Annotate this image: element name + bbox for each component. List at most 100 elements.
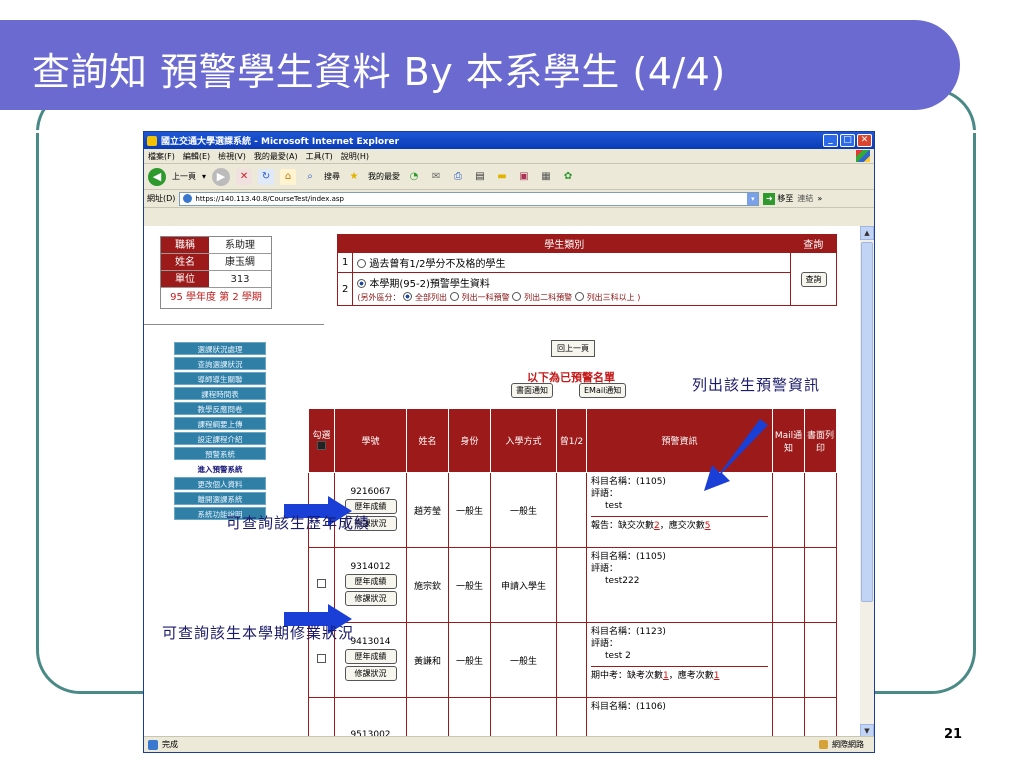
mail-icon[interactable]: ✉ [428,169,444,185]
nav-item[interactable]: 教學反應問卷 [174,402,266,415]
back-label[interactable]: 上一頁 [172,171,196,182]
table-row: 9314012 歷年成績 修課狀況 施宗欽 一般生 申請入學生 科目名稱：(11… [308,547,837,623]
page-icon [183,194,193,203]
query-header: 查詢 [790,234,837,253]
scroll-thumb[interactable] [861,242,873,602]
user-info-row: 姓名 康玉綢 [161,254,271,271]
nav-item[interactable]: 離開選課系統 [174,492,266,505]
annotation-grades: 可查詢該生歷年成績 [226,514,371,532]
nav-item[interactable]: 課程綱要上傳 [174,417,266,430]
student-admission: 一般生 [490,472,557,548]
radio-option-1[interactable] [357,259,367,268]
vertical-scrollbar[interactable]: ▲ ▼ [860,226,874,738]
student-half-cell [556,622,587,698]
maximize-button[interactable]: □ [840,134,855,147]
student-status: 一般生 [448,547,491,623]
nav-item[interactable]: 導師導生關聯 [174,372,266,385]
zone-text: 網際網路 [832,740,864,749]
nav-item[interactable]: 選課狀況處理 [174,342,266,355]
folder-icon[interactable]: ▬ [494,169,510,185]
address-field[interactable]: https://140.113.40.8/CourseTest/index.as… [179,191,760,206]
nav-item[interactable]: 課程時間表 [174,387,266,400]
row-checkbox[interactable] [317,654,326,663]
user-info-row: 職稱 系助理 [161,237,271,254]
go-button[interactable]: ➜ 移至 [763,192,794,205]
grades-button[interactable]: 歷年成績 [344,574,397,589]
menu-edit[interactable]: 編輯(E) [183,151,210,162]
menu-view[interactable]: 檢視(V) [218,151,246,162]
minimize-button[interactable]: _ [823,134,838,147]
back-arrow-icon[interactable]: ◀ [148,167,166,186]
student-name [406,697,449,738]
edit-icon[interactable]: ▤ [472,169,488,185]
favorites-star-icon[interactable]: ★ [346,169,362,185]
radio-sub-one[interactable] [449,292,459,301]
search-label[interactable]: 搜尋 [324,171,340,182]
mail-cell [772,697,805,738]
comment-text: test 2 [605,651,631,661]
option-2[interactable]: 本學期(95-2)預警學生資料 (另外區分： 全部列出 列出一科預警 列出二科預… [352,272,791,306]
report-line: 報告：缺交次數2，應交次數5 [591,516,768,532]
nav-item[interactable]: 設定課程介紹 [174,432,266,445]
home-icon[interactable]: ⌂ [280,168,297,185]
row-checkbox[interactable] [317,579,326,588]
report-total: 1 [713,671,720,681]
option-1[interactable]: 過去曾有1/2學分不及格的學生 [352,252,791,273]
nav-item[interactable]: 預警系統 [174,447,266,460]
student-name: 施宗欽 [406,547,449,623]
close-button[interactable]: ✕ [857,134,872,147]
refresh-icon[interactable]: ↻ [258,168,275,185]
history-icon[interactable]: ◔ [406,169,422,185]
radio-sub-all[interactable] [403,292,413,301]
screen-notify-button[interactable]: 書面通知 [511,383,553,398]
print-icon[interactable]: ⎙ [450,169,466,185]
grades-button[interactable]: 歷年成績 [344,649,397,664]
option-number: 1 [336,252,354,273]
user-info-value: 系助理 [225,240,255,251]
search-icon[interactable]: ⌕ [302,169,318,185]
query-button[interactable]: 查詢 [800,271,827,287]
research-icon[interactable]: ▣ [516,169,532,185]
user-info-key: 姓名 [161,254,209,270]
radio-sub-two[interactable] [512,292,522,301]
status-button[interactable]: 修課狀況 [344,666,397,681]
arrow-to-warning-info-icon [704,419,768,491]
student-half-cell [556,697,587,738]
menu-help[interactable]: 說明(H) [341,151,369,162]
back-dropdown-icon[interactable]: ▾ [202,172,206,181]
links-label[interactable]: 連結 [797,193,813,204]
menu-tools[interactable]: 工具(T) [306,151,333,162]
nav-item[interactable]: 更改個人資料 [174,477,266,490]
stop-icon[interactable]: ✕ [236,168,253,185]
sub-option-label: 列出一科預警 [461,293,510,302]
menu-file[interactable]: 檔案(F) [148,151,175,162]
lock-icon [819,740,828,749]
menu-favorites[interactable]: 我的最愛(A) [254,151,298,162]
course-name: 科目名稱：(1123) [591,627,666,637]
media-icon[interactable]: ▦ [538,169,554,185]
nav-item[interactable]: 查詢選課狀況 [174,357,266,370]
forward-arrow-icon[interactable]: ▶ [212,167,231,186]
address-url[interactable]: https://140.113.40.8/CourseTest/index.as… [195,195,344,203]
radio-sub-three[interactable] [574,292,584,301]
student-status: 一般生 [448,472,491,548]
messenger-icon[interactable]: ✿ [560,169,576,185]
scroll-up-icon[interactable]: ▲ [860,226,874,240]
student-admission [490,697,557,738]
radio-option-2[interactable] [357,279,367,288]
address-dropdown-icon[interactable]: ▾ [747,192,759,205]
nav-item-active[interactable]: 進入預警系統 [174,462,266,475]
comment-label: 評語： [591,564,619,574]
go-label: 移至 [777,194,794,203]
chevron-right-icon[interactable]: » [817,194,822,203]
status-text: 完成 [162,740,178,749]
favorites-label[interactable]: 我的最愛 [368,171,400,182]
select-all-checkbox[interactable] [317,441,326,450]
report-mid: ，應交次數 [659,521,705,531]
back-button[interactable]: 回上一頁 [551,340,595,357]
student-admission: 申請入學生 [490,547,557,623]
mail-cell [772,547,805,623]
option-1-label: 過去曾有1/2學分不及格的學生 [369,259,506,270]
header-half: 曾1/2 [556,408,587,473]
email-notify-button[interactable]: EMail通知 [579,383,627,398]
